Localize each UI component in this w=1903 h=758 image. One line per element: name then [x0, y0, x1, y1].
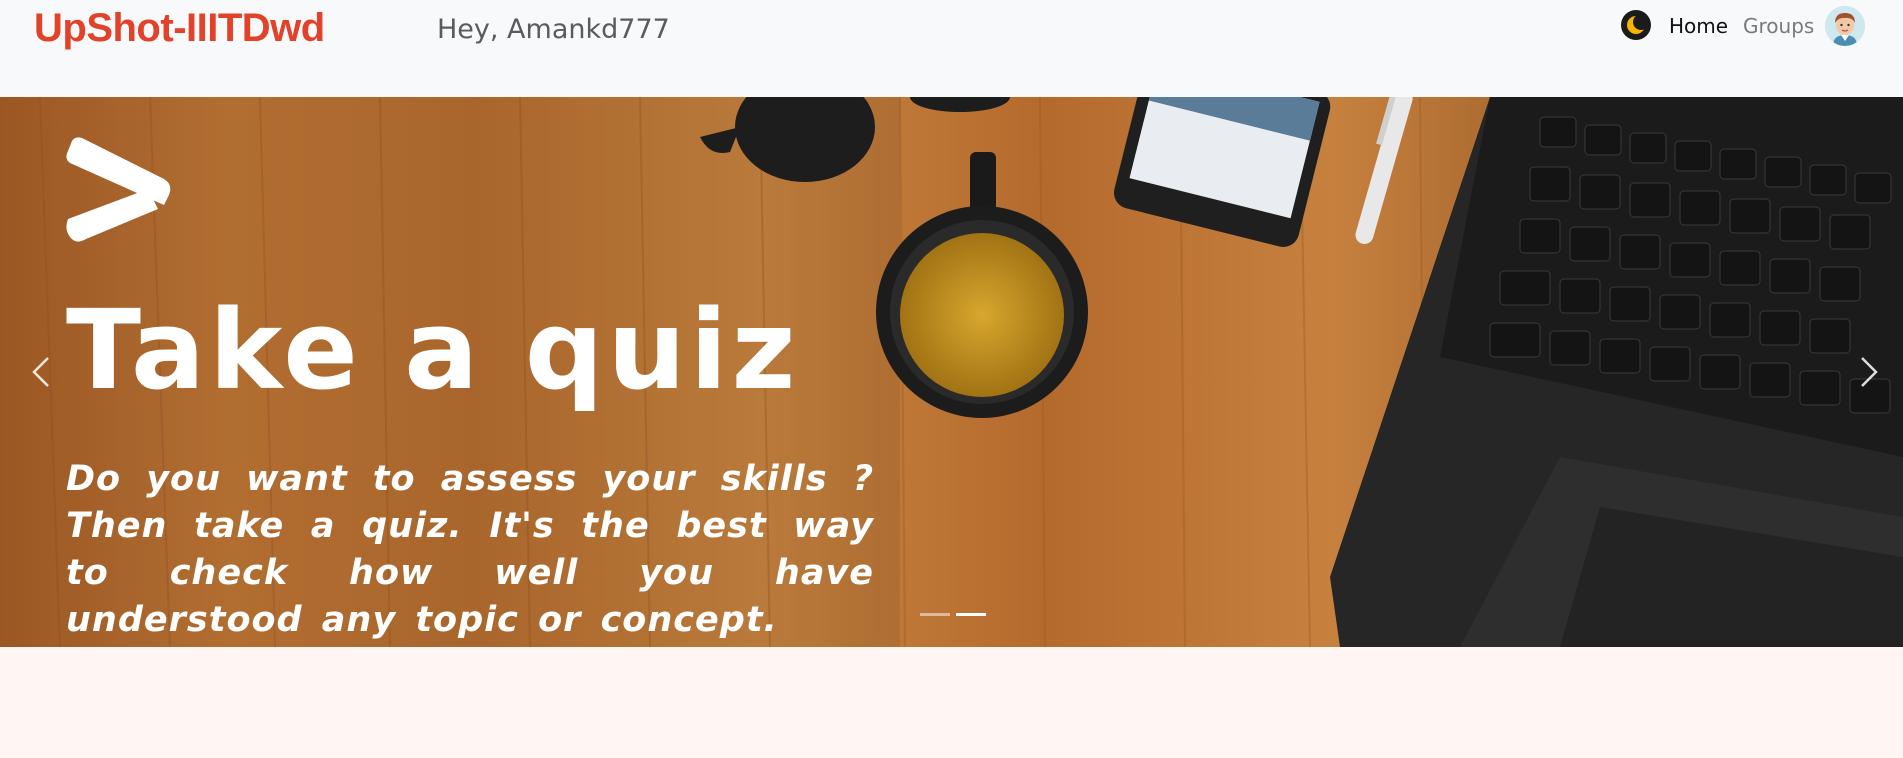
- moon-shadow: [1633, 14, 1649, 30]
- hero-title: Take a quiz: [66, 286, 800, 414]
- navbar: UpShot-IIITDwd Hey, Amankd777 Home Group…: [0, 0, 1903, 97]
- nav-link-home[interactable]: Home: [1669, 14, 1728, 38]
- carousel-indicator-1[interactable]: [920, 613, 950, 616]
- hero-carousel: Take a quiz Do you want to assess your s…: [0, 97, 1903, 647]
- carousel-indicators: [920, 613, 986, 616]
- moon-icon[interactable]: [1621, 10, 1651, 40]
- user-avatar-icon[interactable]: [1825, 6, 1865, 46]
- user-greeting: Hey, Amankd777: [437, 14, 670, 45]
- chevron-left-icon[interactable]: [22, 352, 62, 392]
- hero-description: Do you want to assess your skills ? Then…: [66, 459, 874, 640]
- carousel-indicator-2[interactable]: [956, 613, 986, 616]
- quiz-logo-icon: [66, 137, 171, 242]
- brand-logo[interactable]: UpShot-IIITDwd: [34, 6, 325, 51]
- nav-link-groups[interactable]: Groups: [1743, 14, 1814, 38]
- chevron-right-icon[interactable]: [1848, 352, 1888, 392]
